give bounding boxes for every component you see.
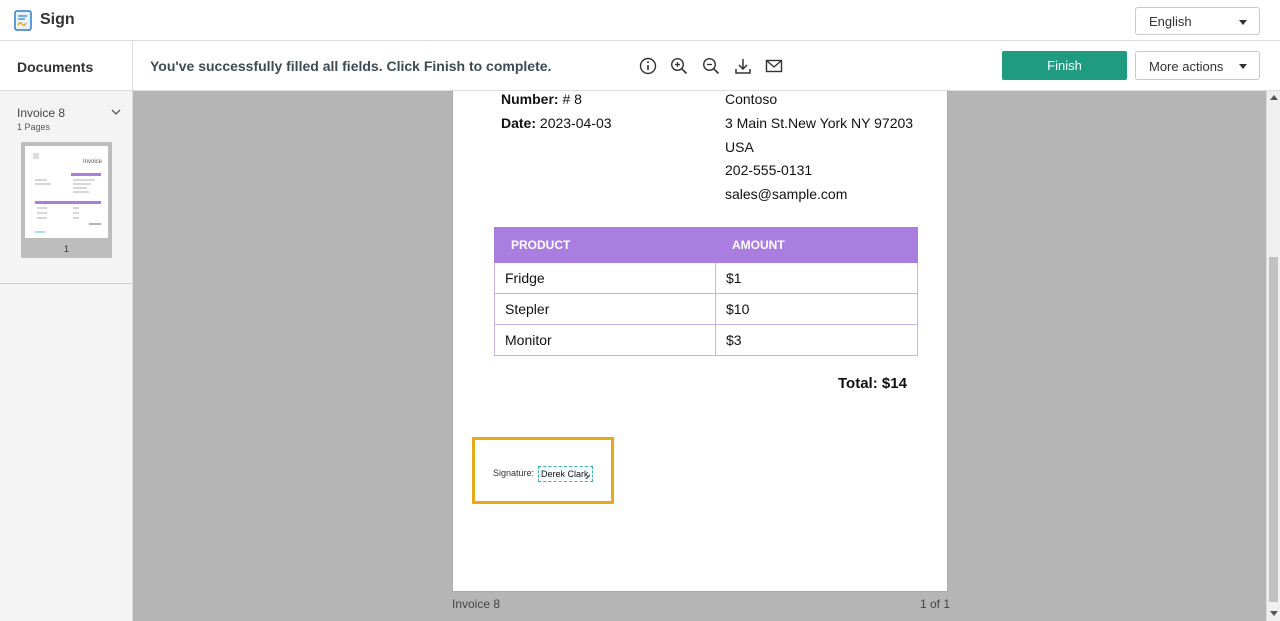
company-name: Contoso [725,91,778,107]
top-bar: Sign English [0,0,1280,41]
amount-cell: $3 [715,324,918,356]
product-table: PRODUCT AMOUNT Fridge $1 Stepler $10 Mon… [494,227,918,356]
column-header-product: PRODUCT [494,227,716,263]
document-list-item[interactable]: Invoice 8 1 Pages Invoice 1 [0,91,132,284]
document-page-count: 1 Pages [17,122,51,132]
zoom-in-icon[interactable] [670,57,688,75]
signature-label: Signature: [493,468,535,478]
product-cell: Monitor [494,324,716,356]
document-viewer[interactable]: Number: # 8 Date: 2023-04-03 Contoso 3 M… [133,91,1266,621]
zoom-out-icon[interactable] [702,57,720,75]
amount-cell: $1 [715,262,918,294]
document-page: Number: # 8 Date: 2023-04-03 Contoso 3 M… [452,91,948,592]
table-header-row: PRODUCT AMOUNT [494,227,918,263]
thumbnail-page-preview: Invoice [25,146,108,238]
signature-highlight: Signature: Derek Clark [472,437,614,504]
app-title: Sign [40,11,75,28]
thumbnail-invoice-preview: Invoice [33,153,103,233]
amount-cell: $10 [715,293,918,325]
invoice-number-label: Number: [501,91,559,107]
chevron-down-icon[interactable] [111,108,121,116]
vertical-scrollbar[interactable] [1266,91,1280,621]
company-email: sales@sample.com [725,186,848,202]
language-select-value: English [1149,14,1192,29]
table-row: Monitor $3 [494,324,918,356]
page-thumbnail[interactable]: Invoice 1 [21,142,112,258]
more-actions-label: More actions [1149,59,1224,74]
signature-field[interactable]: Derek Clark [538,466,593,482]
thumbnail-page-number: 1 [63,244,69,254]
sign-document-icon [14,10,32,31]
svg-text:Invoice: Invoice [83,159,103,165]
toolbar: Documents You've successfully filled all… [0,41,1280,91]
table-row: Fridge $1 [494,262,918,294]
company-phone: 202-555-0131 [725,162,813,178]
invoice-date-value: 2023-04-03 [539,115,612,131]
invoice-date-label: Date: [501,115,537,131]
download-icon[interactable] [734,57,752,75]
more-actions-button[interactable]: More actions [1135,51,1260,80]
info-icon[interactable] [639,57,657,75]
documents-header: Documents [0,41,133,91]
product-cell: Stepler [494,293,716,325]
invoice-number-value: # 8 [562,91,582,107]
language-select[interactable]: English [1135,7,1260,35]
chevron-down-icon [1239,64,1247,69]
column-header-amount: AMOUNT [715,227,918,263]
scroll-down-arrow-icon[interactable] [1270,611,1278,616]
pencil-icon [585,474,590,479]
status-message: You've successfully filled all fields. C… [150,58,552,74]
company-country: USA [725,139,754,155]
page-footer-count: 1 of 1 [920,597,951,611]
scrollbar-thumb[interactable] [1269,257,1278,602]
document-name: Invoice 8 [17,106,66,120]
email-icon[interactable] [765,57,783,75]
scroll-up-arrow-icon[interactable] [1270,95,1278,100]
page-footer-document-name: Invoice 8 [452,597,501,611]
invoice-total: Total: $14 [838,375,907,392]
invoice-date: Date: 2023-04-03 [501,115,612,131]
table-row: Stepler $10 [494,293,918,325]
documents-panel: Invoice 8 1 Pages Invoice 1 [0,91,133,621]
company-address: 3 Main St.New York NY 97203 [725,115,914,131]
signature-value: Derek Clark [541,469,589,479]
invoice-number: Number: # 8 [501,91,582,107]
chevron-down-icon [1239,20,1247,25]
finish-button[interactable]: Finish [1002,51,1127,80]
product-cell: Fridge [494,262,716,294]
